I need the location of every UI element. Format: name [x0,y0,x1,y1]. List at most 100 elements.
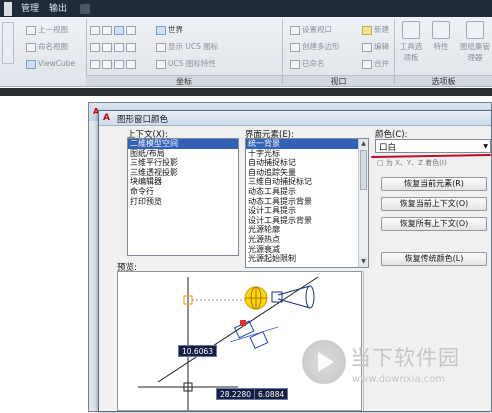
drawing-area-edge [0,88,492,96]
ucs-icon [102,25,112,35]
dynamic-input-angle: 6.0884 [254,388,289,400]
named-view-icon [26,42,36,52]
ucs-icon-properties-button[interactable]: UCS 图标特性 [156,57,216,70]
color-select-value: 口白 [379,143,397,153]
list-item[interactable]: 统一背景 [246,139,368,149]
ucs-icon [114,42,124,52]
list-item[interactable]: 三维平行投影 [128,158,238,168]
list-item[interactable]: 设计工具提示 [246,206,368,216]
prev-view-icon [26,25,36,35]
properties-icon [432,21,450,39]
restore-current-element-button[interactable]: 恢复当前元素(R) [381,177,487,191]
ribbon-extra-icon[interactable] [80,4,90,14]
ribbon-panel-area: 上一视图 命名视图 ViewCube 世界 显示 UCS 图标 UCS 图标特性… [0,17,492,87]
new-viewport-button[interactable]: 新建 [362,23,389,36]
named-view-button[interactable]: 命名视图 [26,40,68,53]
spotlight-icon [271,285,315,309]
ucs-icon [90,25,100,35]
list-item[interactable]: 光源衰减 [246,245,368,255]
globe-icon [156,25,166,35]
list-item[interactable]: 块编辑器 [128,177,238,187]
scroll-thumb[interactable] [360,150,367,190]
list-item[interactable]: 自动捕捉标记 [246,158,368,168]
list-item[interactable]: 命令行 [128,187,238,197]
ucs-world-select[interactable]: 世界 [156,23,183,36]
scroll-down-icon[interactable]: ▼ [359,257,368,267]
tint-xyz-checkbox[interactable]: □ 为 X、Y、Z 着色(I) [377,158,447,168]
list-item[interactable]: 十字光标 [246,149,368,159]
list-item[interactable]: 光源热点 [246,235,368,245]
ucs-icon [126,42,136,52]
ucs-tool-row-1[interactable] [90,23,138,36]
show-ucs-icon-button[interactable]: 显示 UCS 图标 [156,40,218,53]
list-item[interactable]: 动态工具提示背景 [246,197,368,207]
polygon-icon [290,42,300,52]
list-item[interactable]: 三维透视投影 [128,168,238,178]
ribbon-tab-view[interactable] [4,2,12,16]
list-item[interactable]: 二维模型空间 [128,139,238,149]
ucs-icon [114,25,124,35]
properties-button[interactable]: 特性 [428,21,454,52]
list-item[interactable]: 设计工具提示背景 [246,216,368,226]
dynamic-input-distance: 28.2280 [216,388,256,400]
ucs-icon [90,42,100,52]
ucs-icon [102,59,112,69]
tool-palettes-button[interactable]: 工具选项板 [398,21,424,63]
create-polygon-button[interactable]: 创建多边形 [290,40,340,53]
set-viewport-button[interactable]: 设置视口 [290,23,332,36]
named-viewport-icon [290,59,300,69]
watermark-url: www.downxia.com [352,374,446,385]
color-select[interactable]: 口白 ▼ [375,139,491,153]
camera-icon [229,320,279,350]
list-item[interactable]: 光源起始限制 [246,254,368,264]
ucs-tool-row-3[interactable] [90,57,138,70]
panel-label-palettes: 选项板 [395,75,492,86]
chevron-down-icon[interactable]: ▼ [483,143,488,150]
ucs-properties-icon [156,59,166,69]
edit-icon [362,42,372,52]
list-item[interactable]: 三维自动捕捉标记 [246,177,368,187]
ribbon-tab-manage[interactable]: 管理 [18,2,42,16]
ribbon-tab-output[interactable]: 输出 [46,2,70,16]
new-icon [362,25,372,35]
restore-classic-colors-button[interactable]: 恢复传统颜色(L) [381,252,487,266]
prev-view-button[interactable]: 上一视图 [26,23,68,36]
sheet-set-icon [466,21,484,39]
ucs-icon [126,25,136,35]
ucs-tool-row-2[interactable] [90,40,138,53]
element-list-scrollbar[interactable]: ▲ ▼ [358,139,368,267]
color-dialog-titlebar: A 图形窗口颜色 [99,111,491,126]
ribbon-tab-bar: 管理 输出 [0,0,492,17]
merge-viewport-button[interactable]: 合并 [362,57,389,70]
autocad-logo-icon: A [103,113,110,123]
list-item[interactable]: 动态工具提示 [246,187,368,197]
ucs-icon [102,42,112,52]
ucs-icon [126,59,136,69]
panel-label-viewports: 视口 [283,75,394,86]
ucs-icon [114,59,124,69]
restore-current-context-button[interactable]: 恢复当前上下文(O) [381,197,487,211]
watermark-logo-icon [302,340,346,384]
interface-element-list[interactable]: 统一背景 十字光标 自动捕捉标记 自动追踪矢量 三维自动捕捉标记 动态工具提示 … [245,138,369,268]
sheet-set-manager-button[interactable]: 图纸集管理器 [460,21,490,63]
context-list[interactable]: 二维模型空间 图纸/布局 三维平行投影 三维透视投影 块编辑器 命令行 打印预览 [127,138,239,256]
color-dialog-title: 图形窗口颜色 [117,115,169,125]
list-item[interactable]: 图纸/布局 [128,149,238,159]
tool-palettes-icon [402,21,420,39]
viewport-icon [290,25,300,35]
list-item[interactable]: 自动追踪矢量 [246,168,368,178]
viewcube-button[interactable]: ViewCube [26,57,75,70]
edit-viewport-button[interactable]: 编辑 [362,40,389,53]
viewcube-icon [26,59,36,69]
ucs-icon [90,59,100,69]
panel-label-coordinates: 坐标 [86,75,282,86]
list-item[interactable]: 打印预览 [128,197,238,207]
list-item[interactable]: 光源轮廓 [246,225,368,235]
named-viewports-button[interactable]: 已命名 [290,57,325,70]
ribbon-left-stub [2,22,14,64]
dialog-divider [363,271,364,411]
tracking-vector-line [157,276,319,383]
scroll-up-icon[interactable]: ▲ [359,139,368,149]
merge-icon [362,59,372,69]
restore-all-contexts-button[interactable]: 恢复所有上下文(O) [381,217,487,231]
